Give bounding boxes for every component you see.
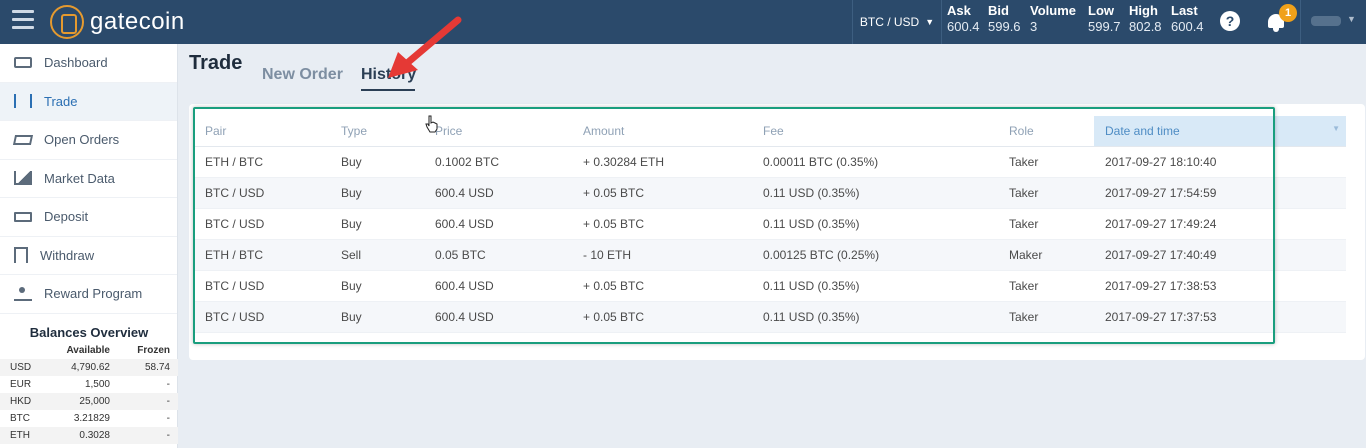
- table-row: ETH / BTC Sell 0.05 BTC - 10 ETH 0.00125…: [194, 239, 1346, 271]
- deposit-icon: [14, 211, 32, 222]
- pair-selector[interactable]: BTC / USD ▼: [852, 0, 942, 44]
- help-icon[interactable]: ?: [1220, 11, 1240, 31]
- red-arrow-annotation: [388, 16, 462, 78]
- balance-row: USD 4,790.62 58.74: [0, 359, 178, 376]
- monitor-icon: [14, 57, 32, 69]
- user-menu[interactable]: ▼: [1300, 0, 1366, 44]
- table-row: BTC / USD Buy 600.4 USD + 0.05 BTC 0.11 …: [194, 270, 1346, 302]
- column-header-pair[interactable]: Pair: [194, 116, 330, 147]
- trade-icon: [14, 94, 32, 109]
- balance-row: BTC 3.21829 -: [10, 413, 170, 424]
- sidebar-item-trade[interactable]: Trade: [0, 82, 177, 121]
- table-row: BTC / USD Buy 600.4 USD + 0.05 BTC 0.11 …: [194, 208, 1346, 240]
- balances-header: Available Frozen: [66, 345, 170, 356]
- table-row: ETH / BTC Buy 0.1002 BTC + 0.30284 ETH 0…: [194, 146, 1346, 178]
- tab-active-indicator: [361, 89, 415, 91]
- menu-icon[interactable]: [12, 10, 34, 30]
- stat-high: High 802.8: [1129, 3, 1162, 34]
- sidebar-item-reward-program[interactable]: Reward Program: [0, 275, 177, 314]
- orders-icon: [12, 134, 34, 145]
- column-header-price[interactable]: Price: [424, 116, 572, 147]
- user-name-redacted: [1311, 16, 1341, 26]
- gatecoin-logo-icon: [50, 5, 84, 39]
- caret-down-icon: ▼: [925, 17, 935, 27]
- reward-icon: [14, 286, 32, 301]
- main-content: Trade New Order History Pair Type Price …: [178, 44, 1366, 448]
- caret-down-icon: ▼: [1347, 14, 1356, 24]
- stat-bid: Bid 599.6: [988, 3, 1021, 34]
- balances-rows: USD 4,790.62 58.74 EUR 1,500 - HKD 25,00…: [0, 359, 178, 444]
- logo[interactable]: gatecoin: [50, 4, 185, 40]
- sidebar: Dashboard Trade Open Orders Market Data …: [0, 44, 178, 448]
- stat-low: Low 599.7: [1088, 3, 1121, 34]
- sidebar-item-market-data[interactable]: Market Data: [0, 160, 177, 198]
- chart-icon: [14, 171, 32, 186]
- stat-volume: Volume 3: [1030, 3, 1076, 34]
- sidebar-item-dashboard[interactable]: Dashboard: [0, 44, 177, 83]
- withdraw-icon: [14, 247, 28, 264]
- logo-text: gatecoin: [90, 8, 185, 35]
- pair-label: BTC / USD: [859, 15, 920, 29]
- hand-cursor-icon: [425, 115, 438, 133]
- tab-new-order[interactable]: New Order: [262, 66, 343, 84]
- column-header-amount[interactable]: Amount: [572, 116, 752, 147]
- sort-caret-icon: ▼: [1332, 123, 1340, 133]
- column-header-role[interactable]: Role: [998, 116, 1094, 147]
- balance-row: HKD 25,000 -: [0, 393, 178, 410]
- sidebar-item-open-orders[interactable]: Open Orders: [0, 121, 177, 160]
- stat-ask: Ask 600.4: [947, 3, 980, 34]
- balances-title: Balances Overview: [29, 325, 149, 340]
- balances-overview: Balances Overview Available Frozen USD 4…: [0, 322, 178, 444]
- balance-row: EUR 1,500 -: [10, 379, 170, 390]
- balance-row: ETH 0.3028 -: [0, 427, 178, 444]
- column-header-date-and-time[interactable]: Date and time ▼: [1094, 116, 1346, 147]
- sidebar-item-withdraw[interactable]: Withdraw: [0, 237, 177, 275]
- table-row: BTC / USD Buy 600.4 USD + 0.05 BTC 0.11 …: [194, 301, 1346, 333]
- trade-history-table: Pair Type Price Amount Fee Role Date and…: [194, 116, 1346, 333]
- top-bar: gatecoin BTC / USD ▼ Ask 600.4 Bid 599.6…: [0, 0, 1366, 44]
- table-header-row: Pair Type Price Amount Fee Role Date and…: [194, 116, 1346, 147]
- sidebar-item-deposit[interactable]: Deposit: [0, 198, 177, 237]
- notification-badge[interactable]: 1: [1279, 4, 1297, 22]
- column-header-type[interactable]: Type: [330, 116, 424, 147]
- stat-last: Last 600.4: [1171, 3, 1204, 34]
- table-row: BTC / USD Buy 600.4 USD + 0.05 BTC 0.11 …: [194, 177, 1346, 209]
- column-header-fee[interactable]: Fee: [752, 116, 998, 147]
- page-title: Trade: [189, 52, 243, 74]
